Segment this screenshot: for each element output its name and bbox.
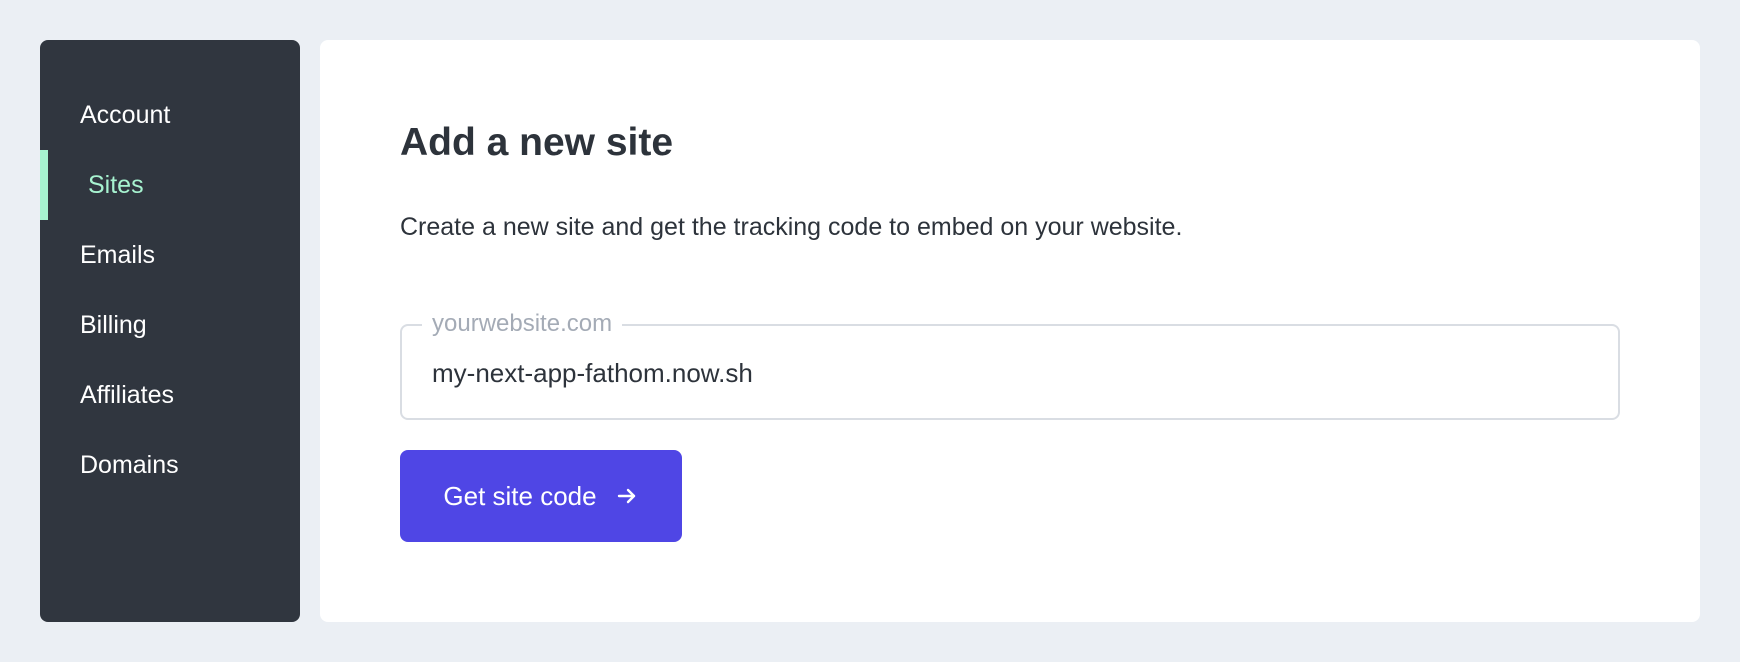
sidebar-item-affiliates[interactable]: Affiliates bbox=[40, 360, 300, 430]
sidebar-nav: Account Sites Emails Billing Affiliates … bbox=[40, 40, 300, 622]
get-site-code-button[interactable]: Get site code bbox=[400, 450, 682, 542]
sidebar-item-emails[interactable]: Emails bbox=[40, 220, 300, 290]
sidebar-item-sites[interactable]: Sites bbox=[40, 150, 300, 220]
page-description: Create a new site and get the tracking c… bbox=[400, 213, 1183, 241]
site-url-label: yourwebsite.com bbox=[422, 310, 623, 338]
sidebar-item-account[interactable]: Account bbox=[40, 80, 300, 150]
main-panel: Add a new site Create a new site and get… bbox=[320, 40, 1700, 622]
site-url-field: yourwebsite.com bbox=[400, 310, 1620, 420]
get-site-code-label: Get site code bbox=[443, 480, 597, 511]
sidebar-item-billing[interactable]: Billing bbox=[40, 290, 300, 360]
page-title: Add a new site bbox=[400, 121, 674, 164]
sidebar-item-domains[interactable]: Domains bbox=[40, 430, 300, 500]
arrow-right-icon bbox=[617, 488, 635, 504]
site-url-input[interactable] bbox=[432, 348, 1582, 398]
